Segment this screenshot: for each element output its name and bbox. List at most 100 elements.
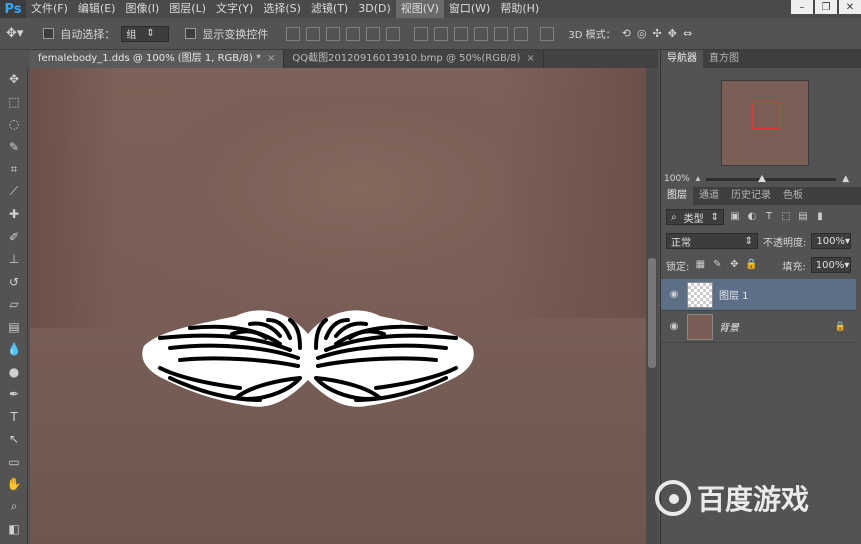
distribute-left-icon[interactable] [474,26,489,41]
tab-history[interactable]: 历史记录 [725,187,777,205]
scrollbar-thumb[interactable] [648,258,656,368]
pen-tool-icon[interactable]: ✒ [0,383,28,406]
layer-row-layer1[interactable]: ◉ 图层 1 [661,279,856,311]
rotate-3d-icon[interactable]: ⟲ [622,27,631,40]
roll-3d-icon[interactable]: ◎ [637,27,647,40]
lock-pixels-icon[interactable]: ✎ [711,259,723,271]
scale-3d-icon[interactable]: ⇔ [683,27,692,40]
gradient-tool-icon[interactable]: ▤ [0,316,28,339]
align-left-icon[interactable] [346,26,361,41]
menu-help[interactable]: 帮助(H) [495,0,544,18]
menu-layer[interactable]: 图层(L) [164,0,211,18]
layer-name[interactable]: 背景 [719,319,739,334]
tab-histogram[interactable]: 直方图 [703,50,745,68]
document-canvas[interactable] [30,68,646,544]
vertical-scrollbar[interactable] [646,68,658,544]
menu-filter[interactable]: 滤镜(T) [306,0,353,18]
filter-shape-icon[interactable]: ⬚ [780,211,792,223]
lock-all-icon[interactable]: 🔒 [745,259,757,271]
distribute-vcenter-icon[interactable] [434,26,449,41]
visibility-eye-icon[interactable]: ◉ [667,289,681,300]
zoom-out-icon[interactable]: ▴ [696,174,701,184]
marquee-tool-icon[interactable]: ⬚ [0,91,28,114]
close-icon[interactable]: ✕ [839,0,861,14]
zoom-tool-icon[interactable]: ⌕ [0,496,28,519]
align-hcenter-icon[interactable] [366,26,381,41]
distribute-right-icon[interactable] [514,26,529,41]
close-icon[interactable]: × [526,53,534,64]
filter-toggle-icon[interactable]: ▮ [814,211,826,223]
tab-qq-screenshot[interactable]: QQ截图20120916013910.bmp @ 50%(RGB/8) × [284,50,544,68]
align-right-icon[interactable] [386,26,401,41]
clone-stamp-icon[interactable]: ⊥ [0,248,28,271]
filter-type-icon[interactable]: T [763,211,775,223]
tab-navigator[interactable]: 导航器 [661,50,703,68]
zoom-slider-knob[interactable] [758,174,767,182]
menu-select[interactable]: 选择(S) [258,0,306,18]
distribute-bottom-icon[interactable] [454,26,469,41]
menu-file[interactable]: 文件(F) [26,0,73,18]
layer-row-background[interactable]: ◉ 背景 🔒 [661,311,856,343]
menu-bar: Ps 文件(F) 编辑(E) 图像(I) 图层(L) 文字(Y) 选择(S) 滤… [0,0,861,18]
filter-adjustment-icon[interactable]: ◐ [746,211,758,223]
menu-window[interactable]: 窗口(W) [444,0,495,18]
tab-femalebody[interactable]: femalebody_1.dds @ 100% (图层 1, RGB/8) * × [30,50,285,68]
align-top-icon[interactable] [286,26,301,41]
crop-tool-icon[interactable]: ⌗ [0,158,28,181]
close-icon[interactable]: × [267,53,275,64]
auto-align-icon[interactable] [540,26,555,41]
navigator-preview[interactable] [721,80,809,166]
move-tool-icon[interactable]: ✥▾ [6,26,23,41]
quick-select-tool-icon[interactable]: ✎ [0,136,28,159]
auto-select-checkbox[interactable] [43,28,55,39]
eyedropper-tool-icon[interactable]: ⟋ [0,181,28,204]
filter-smart-object-icon[interactable]: ▤ [797,211,809,223]
hand-tool-icon[interactable]: ✋ [0,473,28,496]
auto-select-dropdown[interactable]: 组 ⇕ [121,25,170,42]
dodge-tool-icon[interactable]: ● [0,361,28,384]
drag-3d-icon[interactable]: ✣ [653,27,662,40]
restore-icon[interactable]: ❐ [815,0,837,14]
path-select-icon[interactable]: ↖ [0,428,28,451]
align-vcenter-icon[interactable] [306,26,321,41]
menu-image[interactable]: 图像(I) [120,0,164,18]
menu-view[interactable]: 视图(V) [395,0,444,18]
zoom-in-icon[interactable]: ▲ [842,174,849,184]
color-swatches-icon[interactable]: ◧ [0,518,28,541]
eraser-tool-icon[interactable]: ▱ [0,293,28,316]
lasso-tool-icon[interactable]: ◌ [0,113,28,136]
healing-brush-icon[interactable]: ✚ [0,203,28,226]
lock-transparency-icon[interactable]: ▦ [694,259,706,271]
zoom-value[interactable]: 100% [664,174,690,184]
opacity-input[interactable]: 100% ▾ [811,233,852,249]
tab-layers[interactable]: 图层 [661,187,693,205]
navigator-view-box[interactable] [752,103,780,129]
layer-filter-dropdown[interactable]: ⌕ 类型 ⇕ [666,209,724,225]
blur-tool-icon[interactable]: 💧 [0,338,28,361]
lock-position-icon[interactable]: ✥ [728,259,740,271]
filter-pixel-icon[interactable]: ▣ [729,211,741,223]
tab-swatches[interactable]: 色板 [777,187,809,205]
layer-name[interactable]: 图层 1 [719,287,749,302]
distribute-top-icon[interactable] [414,26,429,41]
distribute-hcenter-icon[interactable] [494,26,509,41]
show-transform-checkbox[interactable] [185,28,197,39]
tab-channels[interactable]: 通道 [693,187,725,205]
fill-input[interactable]: 100% ▾ [810,257,851,273]
slide-3d-icon[interactable]: ✥ [668,27,677,40]
minimize-icon[interactable]: – [791,0,813,14]
blend-mode-dropdown[interactable]: 正常 ⇕ [666,233,758,249]
zoom-slider[interactable] [706,174,837,182]
navigator-tabs: 导航器 直方图 [661,50,861,68]
menu-type[interactable]: 文字(Y) [211,0,258,18]
brush-tool-icon[interactable]: ✐ [0,226,28,249]
history-brush-icon[interactable]: ↺ [0,271,28,294]
align-bottom-icon[interactable] [326,26,341,41]
visibility-eye-icon[interactable]: ◉ [667,321,681,332]
wings-graphic[interactable] [140,308,476,412]
type-tool-icon[interactable]: T [0,406,28,429]
menu-3d[interactable]: 3D(D) [353,0,396,18]
menu-edit[interactable]: 编辑(E) [73,0,121,18]
shape-tool-icon[interactable]: ▭ [0,451,28,474]
move-tool-icon[interactable]: ✥ [0,68,28,91]
